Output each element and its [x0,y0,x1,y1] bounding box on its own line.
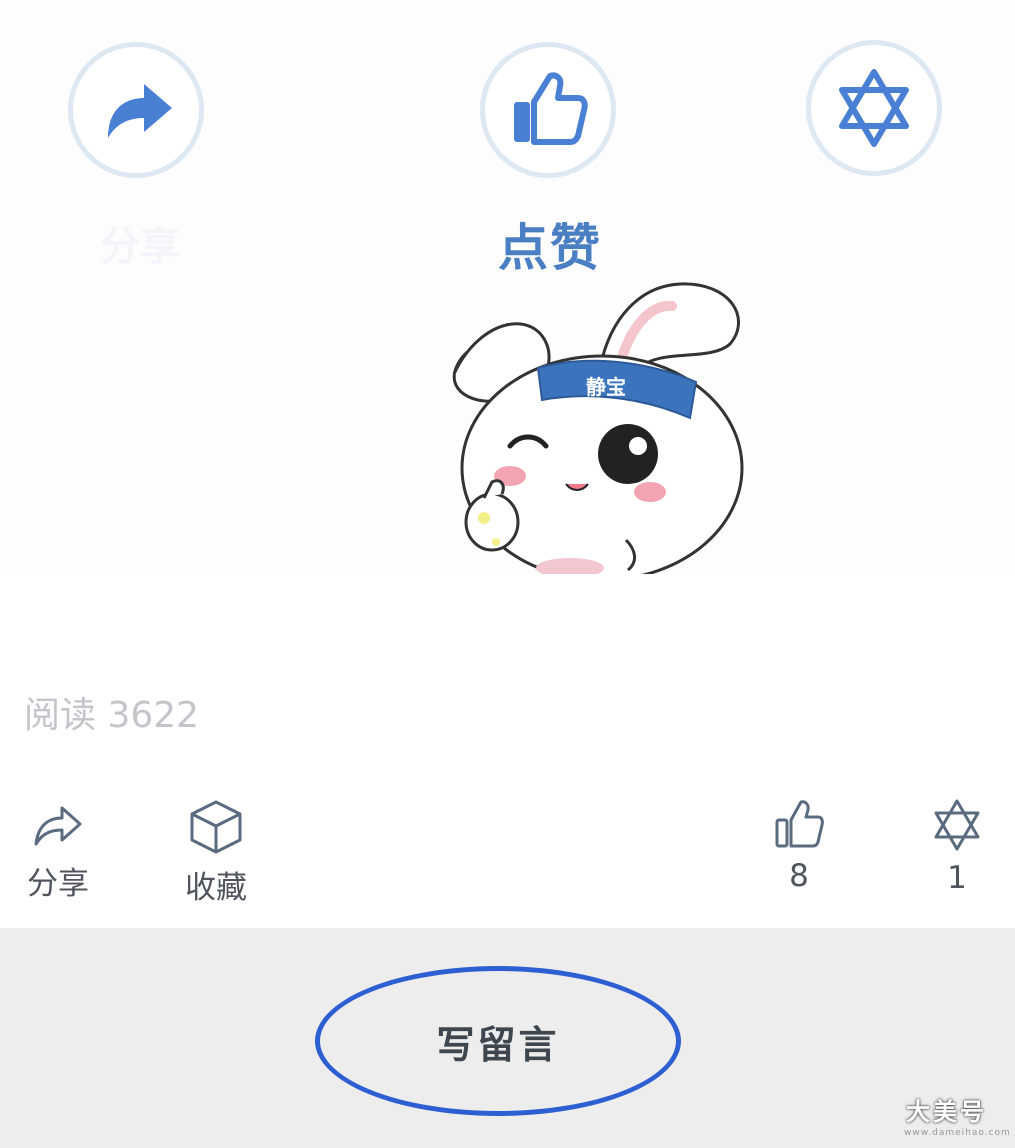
banner-like-button [480,42,616,178]
share-arrow-icon [34,806,82,846]
wow-count: 1 [947,860,967,896]
headband-text: 静宝 [586,375,626,399]
favorite-label: 收藏 [185,870,247,906]
like-action[interactable]: 8 [768,798,830,894]
share-action[interactable]: 分享 [22,798,94,903]
star-of-david-icon [934,799,980,851]
write-comment-button[interactable]: 写留言 [315,966,681,1116]
thumbs-up-icon [775,800,824,848]
banner-title: 点赞 [498,219,602,277]
star-of-david-icon [839,69,909,147]
banner-share-label-faded: 分享 [100,224,180,270]
banner-share-button [68,42,204,178]
watermark-logo: 大美号 [906,1098,987,1126]
promo-banner: 分享 点赞 静宝 [0,0,1015,574]
cube-icon [190,800,242,854]
read-count: 阅读 3622 [24,695,200,736]
share-label: 分享 [27,866,89,902]
wow-action[interactable]: 1 [926,798,988,896]
like-count: 8 [789,858,809,894]
thumbs-up-icon [514,72,588,145]
share-arrow-icon [108,84,172,138]
banner-wow-button [806,40,942,176]
watermark-url: www.dameihao.com [904,1128,1011,1138]
bunny-mascot: 静宝 [452,282,744,574]
favorite-action[interactable]: 收藏 [178,798,254,907]
